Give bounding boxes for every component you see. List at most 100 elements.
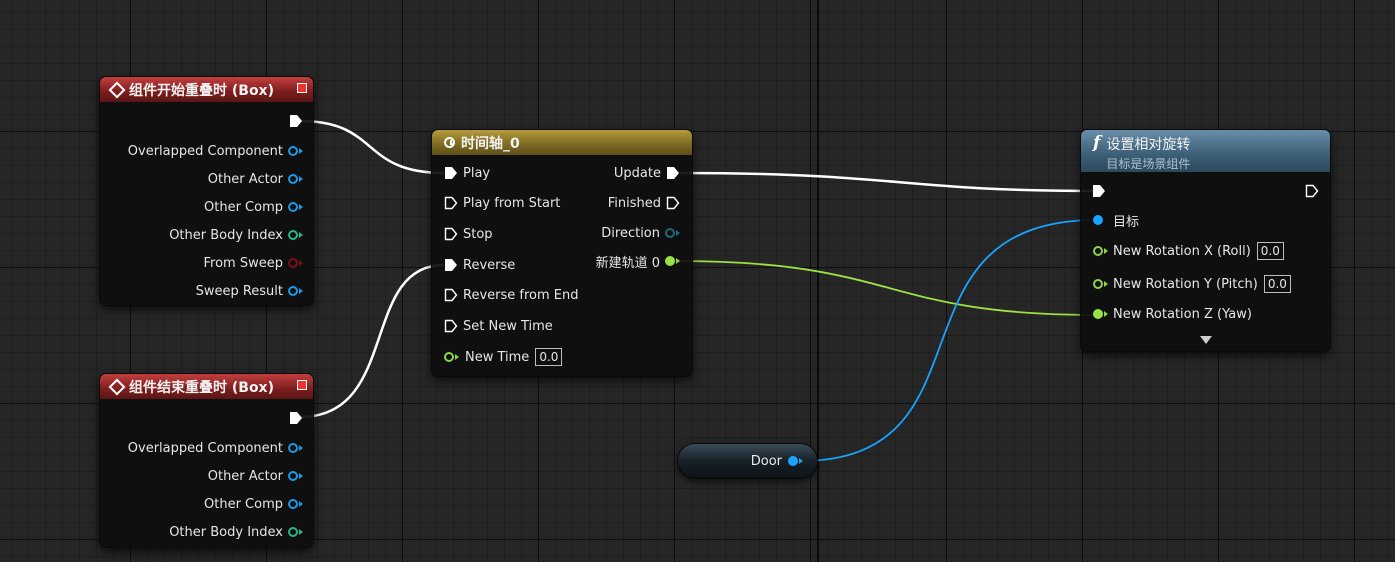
- timeline-node-header[interactable]: 时间轴_0: [432, 130, 692, 155]
- pin-other-comp[interactable]: Other Comp: [204, 197, 303, 217]
- pin-other-body-index[interactable]: Other Body Index: [169, 225, 303, 245]
- float-wire-track-to-yaw[interactable]: [675, 260, 1098, 316]
- pin-overlapped-component[interactable]: Overlapped Component: [128, 141, 303, 161]
- variable-label: Door: [750, 453, 782, 469]
- pin-label: Overlapped Component: [127, 440, 283, 456]
- event-diamond-icon: [108, 81, 126, 98]
- pin-label: Other Comp: [204, 199, 283, 215]
- event-node-begin-overlap[interactable]: 组件开始重叠时 (Box) Overlapped Component Other…: [100, 77, 313, 305]
- exec-out-pin[interactable]: [289, 408, 303, 428]
- pin-label: New Rotation X (Roll): [1113, 243, 1251, 259]
- pin-label: Direction: [601, 225, 660, 241]
- exec-in-filled-icon[interactable]: [1092, 184, 1106, 198]
- object-pin-icon[interactable]: [288, 146, 298, 156]
- pin-rotation-z[interactable]: New Rotation Z (Yaw): [1093, 304, 1252, 324]
- exec-in-filled-icon[interactable]: [444, 166, 458, 180]
- exec-out-hollow-icon[interactable]: [666, 196, 680, 210]
- pin-label: 目标: [1113, 214, 1140, 230]
- pin-new-track-0[interactable]: 新建轨道 0: [596, 251, 680, 271]
- pin-play-from-start[interactable]: Play from Start: [444, 193, 560, 213]
- pin-rotation-x[interactable]: New Rotation X (Roll) 0.0: [1093, 241, 1284, 261]
- pin-other-comp[interactable]: Other Comp: [204, 494, 303, 514]
- pin-other-body-index[interactable]: Other Body Index: [169, 522, 303, 542]
- int-pin-icon[interactable]: [288, 527, 298, 537]
- exec-in-filled-icon[interactable]: [444, 258, 458, 272]
- object-pin-icon[interactable]: [288, 174, 298, 184]
- exec-out-filled-icon[interactable]: [666, 166, 680, 180]
- pin-from-sweep[interactable]: From Sweep: [204, 253, 303, 273]
- exec-out-hollow-icon[interactable]: [1305, 184, 1319, 198]
- pin-label: New Rotation Z (Yaw): [1113, 306, 1252, 322]
- pin-new-time[interactable]: New Time 0.0: [444, 347, 563, 367]
- exec-wire-end-to-reverse[interactable]: [299, 263, 445, 419]
- pin-label: From Sweep: [203, 255, 283, 271]
- exec-in-pin[interactable]: [1092, 181, 1106, 201]
- float-pin-icon[interactable]: [1093, 309, 1103, 319]
- pin-other-actor[interactable]: Other Actor: [208, 169, 303, 189]
- delegate-pin-icon[interactable]: [297, 380, 307, 390]
- exec-in-hollow-icon[interactable]: [444, 319, 458, 333]
- pin-label: Other Actor: [207, 171, 283, 187]
- rotation-x-input[interactable]: 0.0: [1256, 242, 1284, 260]
- object-wire-door-to-target[interactable]: [799, 219, 1098, 462]
- pin-play[interactable]: Play: [444, 163, 490, 183]
- object-pin-icon[interactable]: [288, 499, 298, 509]
- function-node-set-relative-rotation[interactable]: f 设置相对旋转 目标是场景组件 目标 New Rotation X (Roll…: [1081, 130, 1330, 351]
- exec-out-pin[interactable]: [1305, 181, 1319, 201]
- exec-in-hollow-icon[interactable]: [444, 196, 458, 210]
- pin-label: Reverse from End: [463, 287, 579, 303]
- function-subtitle: 目标是场景组件: [1106, 157, 1191, 171]
- event-diamond-icon: [108, 378, 126, 395]
- exec-wire-begin-to-play[interactable]: [299, 119, 445, 175]
- pin-label: Other Comp: [204, 496, 283, 512]
- rotation-y-input[interactable]: 0.0: [1263, 275, 1291, 293]
- event-node-header[interactable]: 组件结束重叠时 (Box): [100, 374, 313, 399]
- pin-direction[interactable]: Direction: [601, 223, 680, 243]
- object-pin-icon[interactable]: [288, 471, 298, 481]
- object-pin-icon[interactable]: [288, 443, 298, 453]
- object-pin-icon[interactable]: [288, 202, 298, 212]
- struct-pin-icon[interactable]: [288, 286, 298, 296]
- pin-sweep-result[interactable]: Sweep Result: [196, 281, 303, 301]
- new-time-input[interactable]: 0.0: [535, 348, 563, 366]
- event-title: 组件开始重叠时 (Box): [129, 82, 274, 99]
- exec-out-pin[interactable]: [289, 111, 303, 131]
- exec-in-hollow-icon[interactable]: [444, 288, 458, 302]
- pin-rotation-y[interactable]: New Rotation Y (Pitch) 0.0: [1093, 274, 1291, 294]
- pin-label: Other Body Index: [169, 227, 283, 243]
- pin-finished[interactable]: Finished: [608, 193, 680, 213]
- pin-reverse-from-end[interactable]: Reverse from End: [444, 285, 578, 305]
- pin-label: Stop: [463, 226, 493, 242]
- pin-set-new-time[interactable]: Set New Time: [444, 316, 553, 336]
- exec-in-hollow-icon[interactable]: [444, 227, 458, 241]
- bool-pin-icon[interactable]: [288, 258, 298, 268]
- float-pin-icon[interactable]: [665, 256, 675, 266]
- exec-out-icon[interactable]: [289, 114, 303, 128]
- pin-stop[interactable]: Stop: [444, 224, 493, 244]
- event-node-header[interactable]: 组件开始重叠时 (Box): [100, 77, 313, 102]
- pin-label: Play from Start: [463, 195, 561, 211]
- exec-out-icon[interactable]: [289, 411, 303, 425]
- exec-wire-update-to-set-rotation[interactable]: [679, 171, 1098, 193]
- float-pin-icon[interactable]: [444, 352, 454, 362]
- pin-target[interactable]: 目标: [1093, 210, 1139, 230]
- object-pin-icon[interactable]: [788, 456, 798, 466]
- expand-advanced-arrow-icon[interactable]: [1199, 336, 1212, 344]
- pin-reverse[interactable]: Reverse: [444, 255, 515, 275]
- delegate-pin-icon[interactable]: [297, 83, 307, 93]
- float-pin-icon[interactable]: [1093, 246, 1103, 256]
- int-pin-icon[interactable]: [288, 230, 298, 240]
- pin-overlapped-component[interactable]: Overlapped Component: [128, 438, 303, 458]
- event-node-end-overlap[interactable]: 组件结束重叠时 (Box) Overlapped Component Other…: [100, 374, 313, 547]
- float-pin-icon[interactable]: [1093, 279, 1103, 289]
- pin-update[interactable]: Update: [614, 163, 680, 183]
- function-node-header[interactable]: f 设置相对旋转 目标是场景组件: [1081, 130, 1330, 172]
- object-pin-icon[interactable]: [1093, 215, 1103, 225]
- enum-pin-icon[interactable]: [665, 228, 675, 238]
- pin-other-actor[interactable]: Other Actor: [208, 466, 303, 486]
- variable-node-door[interactable]: Door: [678, 444, 817, 478]
- event-title: 组件结束重叠时 (Box): [129, 379, 274, 396]
- timeline-node[interactable]: 时间轴_0 Play Play from Start Stop Reverse …: [432, 130, 692, 376]
- pin-label: 新建轨道 0: [595, 255, 660, 271]
- pin-label: Finished: [607, 195, 661, 211]
